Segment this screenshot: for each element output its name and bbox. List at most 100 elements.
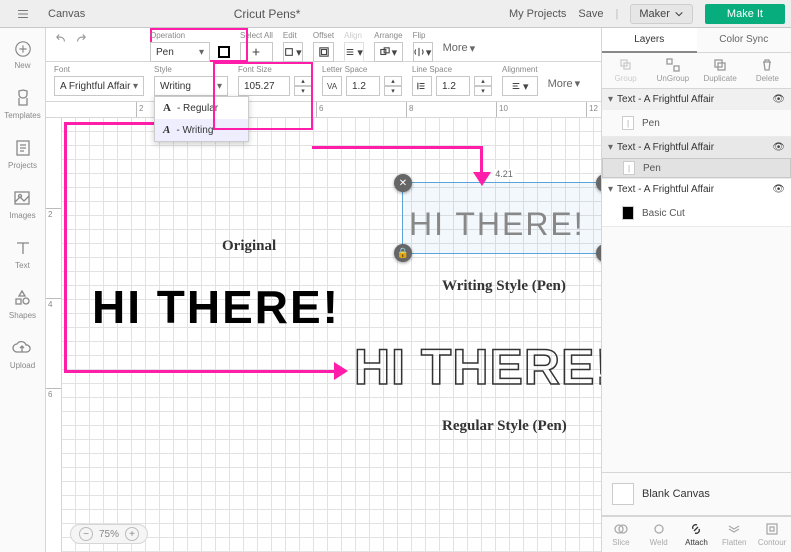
offset-button[interactable]	[313, 42, 334, 62]
more-menu-row2[interactable]: More▾	[548, 71, 581, 90]
fontsize-down[interactable]: ▾	[294, 86, 312, 96]
chevron-down-icon[interactable]: ▾	[608, 94, 613, 105]
tab-colorsync[interactable]: Color Sync	[697, 28, 791, 53]
linespace-input[interactable]: 1.2	[436, 76, 470, 96]
nav-shapes[interactable]: Shapes	[9, 288, 36, 320]
fontsize-input[interactable]: 105.27	[238, 76, 290, 96]
letterspace-up[interactable]: ▴	[384, 76, 402, 86]
font-label: Font	[54, 65, 144, 74]
top-bar: Canvas Cricut Pens* My Projects Save | M…	[0, 0, 791, 28]
op-attach[interactable]: Attach	[678, 517, 716, 552]
handle-delete[interactable]: ✕	[394, 174, 412, 192]
action-ungroup[interactable]: UnGroup	[649, 53, 696, 88]
fontsize-group: Font Size 105.27 ▴ ▾	[238, 65, 312, 96]
op-flatten[interactable]: Flatten	[715, 517, 753, 552]
visibility-icon[interactable]: 👁	[772, 94, 785, 105]
visibility-icon[interactable]: 👁	[772, 142, 785, 153]
left-sidebar: New Templates Projects Images Text Shape…	[0, 28, 46, 552]
nav-new-label: New	[14, 61, 30, 70]
menu-button[interactable]	[0, 0, 46, 28]
operation-group: Operation Pen ▾	[150, 31, 230, 62]
style-option-writing[interactable]: A- Writing	[155, 119, 248, 141]
fontsize-value: 105.27	[244, 81, 275, 92]
nav-new[interactable]: New	[14, 40, 32, 70]
text-original[interactable]: HI THERE!	[92, 280, 340, 334]
edit-button[interactable]: ▾	[283, 42, 303, 62]
zoom-out-button[interactable]: −	[79, 527, 93, 541]
chevron-down-icon[interactable]: ▾	[608, 142, 613, 153]
align-group: Align ▾	[344, 31, 364, 62]
style-option-regular[interactable]: A- Regular	[155, 97, 248, 119]
layer-title: Text - A Frightful Affair	[617, 142, 714, 153]
operation-color-swatch[interactable]	[218, 46, 230, 58]
layer-item[interactable]: ▾ Text - A Frightful Affair 👁 Basic Cut	[602, 179, 791, 227]
tab-layers[interactable]: Layers	[602, 28, 697, 53]
handle-resize[interactable]: ⇲	[596, 244, 601, 262]
canvas-area: 2 4 6 8 10 12 2 4 6 Original HI THERE!	[46, 102, 601, 552]
arrow-writing-v	[480, 146, 483, 174]
save-link[interactable]: Save	[578, 8, 603, 20]
selectall-label: Select All	[240, 31, 273, 40]
machine-selector[interactable]: Maker	[630, 4, 693, 24]
layer-item[interactable]: ▾ Text - A Frightful Affair 👁 | Pen	[602, 137, 791, 179]
action-duplicate[interactable]: Duplicate	[697, 53, 744, 88]
layer-item[interactable]: ▾ Text - A Frightful Affair 👁 | Pen	[602, 89, 791, 137]
canvas-color-swatch[interactable]	[612, 483, 634, 505]
layers-list: ▾ Text - A Frightful Affair 👁 | Pen ▾ Te…	[602, 89, 791, 472]
nav-images[interactable]: Images	[9, 188, 35, 220]
layer-sublayer-selected[interactable]: | Pen	[602, 158, 791, 178]
action-delete[interactable]: Delete	[744, 53, 791, 88]
style-label: Style	[154, 65, 228, 74]
handle-rotate[interactable]: ⟳	[596, 174, 601, 192]
style-dropdown: A- Regular A- Writing	[154, 96, 249, 142]
arrowhead-writing	[473, 172, 491, 186]
linespace-down[interactable]: ▾	[474, 86, 492, 96]
text-writing[interactable]: HI THERE!	[409, 206, 585, 243]
nav-projects[interactable]: Projects	[8, 138, 37, 170]
layer-sublayer[interactable]: | Pen	[602, 110, 791, 136]
edit-label: Edit	[283, 31, 303, 40]
arrange-button[interactable]: ▾	[374, 42, 402, 62]
layer-sublayer[interactable]: Basic Cut	[602, 200, 791, 226]
letterspace-input[interactable]: 1.2	[346, 76, 380, 96]
make-it-button[interactable]: Make It	[705, 4, 785, 24]
chevron-down-icon[interactable]: ▾	[608, 184, 613, 195]
op-slice[interactable]: Slice	[602, 517, 640, 552]
layer-swatch-pen: |	[622, 116, 634, 130]
offset-group: Offset	[313, 31, 334, 62]
zoom-control[interactable]: − 75% +	[70, 524, 148, 544]
document-title: Cricut Pens*	[85, 7, 509, 21]
operation-select[interactable]: Pen ▾	[150, 42, 210, 62]
zoom-in-button[interactable]: +	[125, 527, 139, 541]
letterspace-down[interactable]: ▾	[384, 86, 402, 96]
flip-label: Flip	[413, 31, 433, 40]
layer-title: Text - A Frightful Affair	[617, 94, 714, 105]
canvas[interactable]: Original HI THERE! 4.21 1.49 ✕ ⟳ 🔒 ⇲ HI …	[62, 118, 601, 552]
alignment-label: Alignment	[502, 65, 538, 74]
op-weld[interactable]: Weld	[640, 517, 678, 552]
chevron-down-icon	[674, 9, 684, 19]
nav-upload-label: Upload	[10, 361, 35, 370]
style-select[interactable]: Writing ▾	[154, 76, 228, 96]
alignment-button[interactable]: ▾	[502, 76, 538, 96]
panel-tabs: Layers Color Sync	[602, 28, 791, 53]
my-projects-link[interactable]: My Projects	[509, 8, 566, 20]
redo-icon[interactable]	[74, 31, 88, 45]
nav-upload[interactable]: Upload	[10, 338, 35, 370]
undo-icon[interactable]	[54, 31, 68, 45]
visibility-icon[interactable]: 👁	[772, 184, 785, 195]
select-all-button[interactable]	[240, 42, 273, 62]
more-menu-row1[interactable]: More▾	[443, 36, 476, 55]
handle-lock[interactable]: 🔒	[394, 244, 412, 262]
action-group[interactable]: Group	[602, 53, 649, 88]
selection-width: 4.21	[493, 169, 515, 179]
linespace-up[interactable]: ▴	[474, 76, 492, 86]
nav-templates[interactable]: Templates	[4, 88, 40, 120]
fontsize-up[interactable]: ▴	[294, 76, 312, 86]
canvas-color-picker[interactable]: Blank Canvas	[602, 472, 791, 516]
text-regular[interactable]: HI THERE!	[354, 338, 601, 396]
font-select[interactable]: A Frightful Affair ▾	[54, 76, 144, 96]
flip-button[interactable]: ▾	[413, 42, 433, 62]
op-contour[interactable]: Contour	[753, 517, 791, 552]
nav-text[interactable]: Text	[13, 238, 33, 270]
